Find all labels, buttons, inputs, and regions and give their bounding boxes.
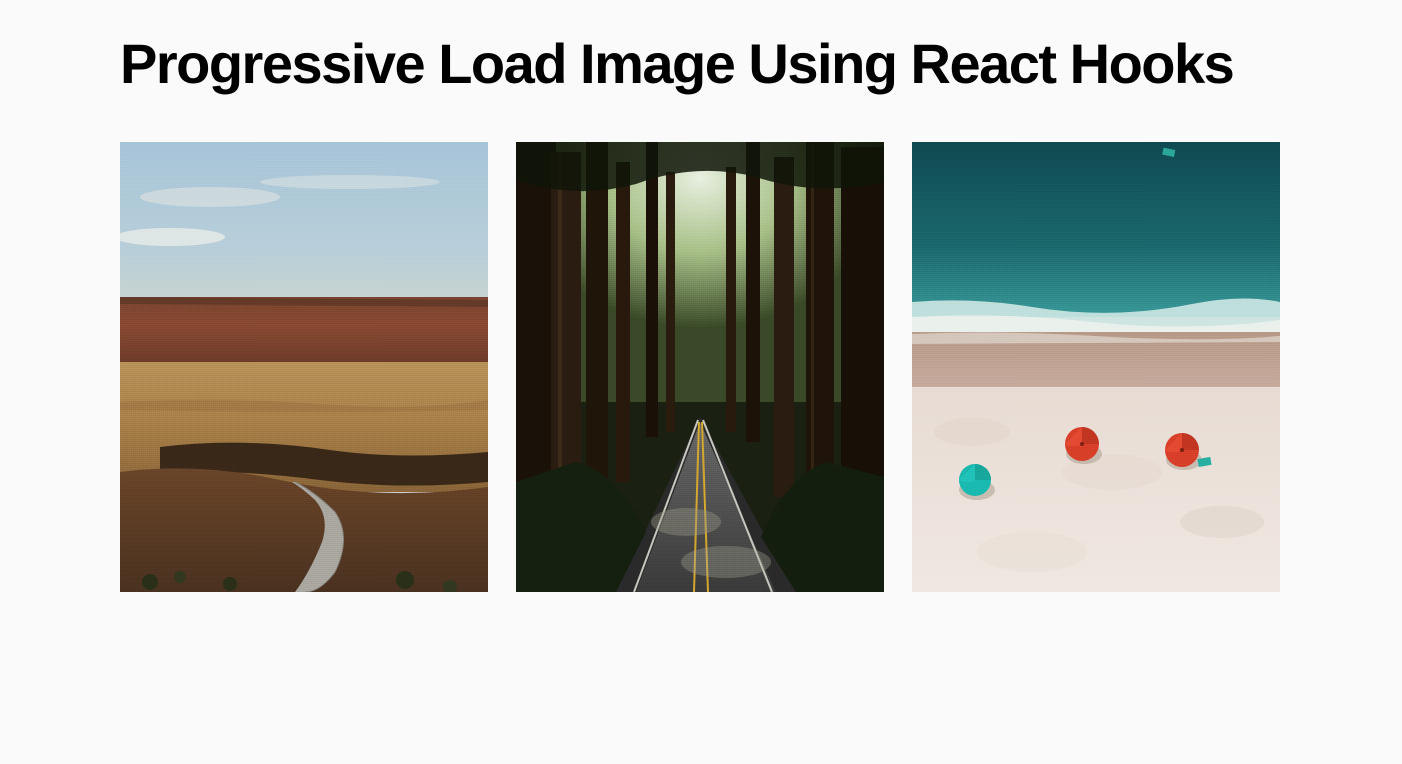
aerial-beach-image <box>912 142 1280 592</box>
redwood-forest-image <box>516 142 884 592</box>
image-gallery <box>120 142 1282 592</box>
page-container: Progressive Load Image Using React Hooks <box>0 0 1402 622</box>
page-title: Progressive Load Image Using React Hooks <box>120 30 1282 97</box>
desert-canyon-image <box>120 142 488 592</box>
gallery-image-beach <box>912 142 1280 592</box>
gallery-image-forest <box>516 142 884 592</box>
gallery-image-desert <box>120 142 488 592</box>
